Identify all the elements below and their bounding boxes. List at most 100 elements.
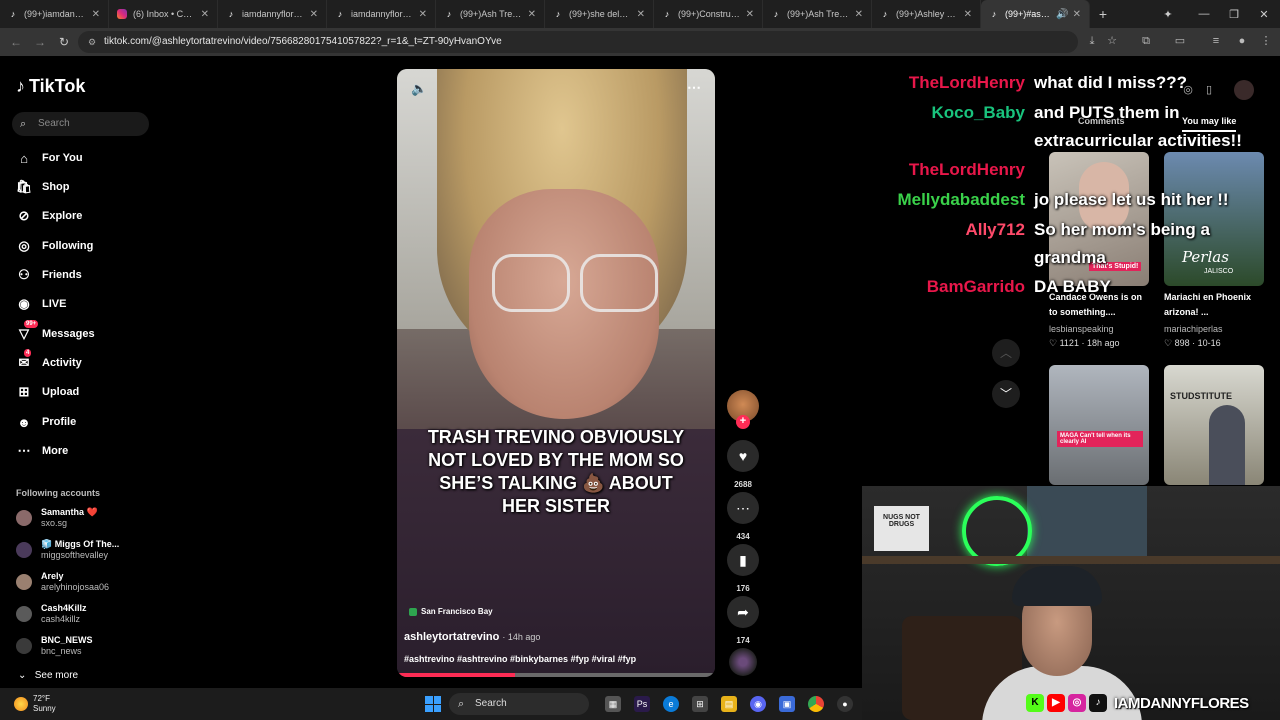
close-icon[interactable]: ✕: [92, 9, 100, 20]
new-tab-button[interactable]: +: [1090, 6, 1116, 22]
close-icon[interactable]: ✕: [1073, 9, 1081, 20]
taskbar-search[interactable]: ⌕ Search: [449, 693, 589, 715]
weather-widget[interactable]: 72°F Sunny: [14, 694, 56, 714]
photoshop-icon[interactable]: Ps: [634, 696, 650, 712]
chat-message: So her mom's being a: [1034, 220, 1210, 239]
windows-start-icon[interactable]: [425, 696, 441, 712]
video-progress-bar[interactable]: [397, 673, 715, 677]
nav-activity[interactable]: ✉ 4 Activity: [16, 349, 82, 373]
close-icon[interactable]: ✕: [528, 9, 536, 20]
tiktok-icon: ♪: [555, 9, 561, 19]
browser-tab-active[interactable]: ♪ (99+)#ashtre 🔊 ✕: [981, 0, 1090, 28]
extensions-icon[interactable]: ⧉: [1138, 33, 1154, 49]
nav-for-you[interactable]: ⌂ For You: [16, 148, 82, 168]
install-icon[interactable]: ⤓: [1084, 33, 1100, 49]
site-info-icon[interactable]: ⚙: [88, 37, 98, 47]
close-icon[interactable]: ✕: [855, 9, 863, 20]
media-icon[interactable]: ≡: [1208, 33, 1224, 49]
comment-button[interactable]: ⋯ 434: [727, 492, 759, 541]
nav-explore[interactable]: ⊘ Explore: [16, 206, 83, 226]
video-author[interactable]: lesbianspeaking: [1049, 324, 1114, 334]
share-button[interactable]: ➦ 174: [727, 596, 759, 645]
phone-icon[interactable]: ▯: [1201, 82, 1217, 98]
browser-tab[interactable]: ♪ (99+)iamdannyflo ✕: [0, 0, 109, 28]
following-account[interactable]: 🧊 Miggs Of The... miggsofthevalley: [16, 537, 119, 563]
nav-label: Activity: [42, 357, 82, 369]
see-more-button[interactable]: ⌄ See more: [18, 670, 78, 681]
forward-icon[interactable]: →: [28, 35, 52, 49]
task-view-icon[interactable]: ▦: [605, 696, 621, 712]
browser-tab[interactable]: ♪ (99+)Ashley Trev ✕: [872, 0, 981, 28]
video-thumbnail[interactable]: MAGA Can't tell when its clearly AI: [1049, 365, 1149, 485]
like-button[interactable]: ♥ 2688: [727, 440, 759, 489]
music-disc[interactable]: [729, 648, 757, 676]
close-icon[interactable]: ✕: [201, 9, 209, 20]
video-title[interactable]: Mariachi en Phoenix arizona! ...: [1164, 290, 1268, 320]
video-thumbnail[interactable]: STUDSTITUTE: [1164, 365, 1264, 485]
nav-upload[interactable]: ⊞ Upload: [16, 382, 80, 402]
edge-icon[interactable]: e: [663, 696, 679, 712]
nav-shop[interactable]: 🛍 Shop: [16, 177, 70, 197]
app-icon[interactable]: ▣: [779, 696, 795, 712]
save-count: 176: [736, 584, 750, 593]
browser-tab[interactable]: (6) Inbox • Chats ✕: [109, 0, 218, 28]
nav-more[interactable]: ⋯ More: [16, 441, 69, 461]
profile-avatar-icon[interactable]: ●: [1234, 33, 1250, 49]
reload-icon[interactable]: ↻: [52, 35, 76, 49]
file-explorer-icon[interactable]: ▤: [721, 696, 737, 712]
search-input[interactable]: ⌕ Search: [12, 112, 149, 136]
close-icon[interactable]: ✕: [964, 9, 972, 20]
browser-tab[interactable]: ♪ (99+)she deleted ✕: [545, 0, 654, 28]
tab-label: (99+)Construyen: [678, 9, 742, 19]
location-tag[interactable]: San Francisco Bay: [409, 607, 493, 616]
browser-tab[interactable]: ♪ (99+)Construyen ✕: [654, 0, 763, 28]
browser-tab[interactable]: ♪ (99+)Ash Trevino ✕: [436, 0, 545, 28]
tab-you-may-like[interactable]: You may like: [1182, 116, 1237, 132]
browser-tab[interactable]: ♪ (99+)Ash Trevino ✕: [763, 0, 872, 28]
browser-tab[interactable]: ♪ iamdannyflores (✕: [327, 0, 436, 28]
video-author[interactable]: mariachiperlas: [1164, 324, 1223, 334]
tiktok-logo[interactable]: ♪ TikTok: [16, 76, 85, 97]
following-account[interactable]: Samantha ❤️ sxo.sg: [16, 505, 98, 531]
video-thumbnail[interactable]: Perlas JALISCO: [1164, 152, 1264, 286]
menu-icon[interactable]: ⋮: [1258, 33, 1274, 49]
following-account[interactable]: Arely arelyhinojosaa06: [16, 569, 109, 595]
nav-following[interactable]: ◎ Following: [16, 236, 93, 256]
speaker-icon[interactable]: 🔊: [1056, 9, 1068, 20]
store-icon[interactable]: ⊞: [692, 696, 708, 712]
close-icon[interactable]: ✕: [419, 9, 427, 20]
close-icon[interactable]: ✕: [637, 9, 645, 20]
save-button[interactable]: ▮ 176: [727, 544, 759, 593]
sidepanel-icon[interactable]: ▭: [1172, 33, 1188, 49]
obs-icon[interactable]: ●: [837, 696, 853, 712]
close-window-icon[interactable]: ✕: [1246, 0, 1280, 28]
nav-friends[interactable]: ⚇ Friends: [16, 265, 82, 285]
comment-count: 434: [736, 532, 750, 541]
video-caption-overlay: TRASH TREVINO OBVIOUSLY NOT LOVED BY THE…: [427, 427, 685, 516]
extension-icon[interactable]: ✦: [1150, 0, 1186, 28]
close-icon[interactable]: ✕: [310, 9, 318, 20]
previous-video-button[interactable]: ︿: [992, 339, 1020, 367]
user-avatar[interactable]: [1234, 80, 1254, 100]
next-video-button[interactable]: ﹀: [992, 380, 1020, 408]
search-icon: ⌕: [458, 698, 465, 710]
video-author[interactable]: ashleytortatrevino · 14h ago: [404, 631, 540, 643]
nav-profile[interactable]: ☻ Profile: [16, 412, 76, 432]
discord-icon[interactable]: ◉: [750, 696, 766, 712]
tab-label: (99+)Ash Trevino: [460, 9, 524, 19]
bookmark-star-icon[interactable]: ☆: [1104, 33, 1120, 49]
nav-messages[interactable]: ▽ 99+ Messages: [16, 320, 95, 344]
volume-icon[interactable]: 🔈: [411, 81, 427, 97]
video-player[interactable]: 🔈 ⋯ TRASH TREVINO OBVIOUSLY NOT LOVED BY…: [397, 69, 715, 677]
following-account[interactable]: Cash4Killz cash4killz: [16, 601, 87, 627]
more-options-icon[interactable]: ⋯: [687, 79, 701, 96]
browser-tab[interactable]: ♪ iamdannyflores (✕: [218, 0, 327, 28]
follow-plus-icon[interactable]: +: [736, 415, 750, 429]
following-account[interactable]: BNC_NEWS bnc_news: [16, 633, 93, 659]
chrome-icon[interactable]: [808, 696, 824, 712]
back-icon[interactable]: ←: [4, 35, 28, 49]
nav-live[interactable]: ◉ LIVE: [16, 294, 66, 314]
url-input[interactable]: ⚙ tiktok.com/@ashleytortatrevino/video/75…: [78, 31, 1078, 53]
close-icon[interactable]: ✕: [746, 9, 754, 20]
video-hashtags[interactable]: #ashtrevino #ashtrevino #binkybarnes #fy…: [404, 654, 636, 664]
